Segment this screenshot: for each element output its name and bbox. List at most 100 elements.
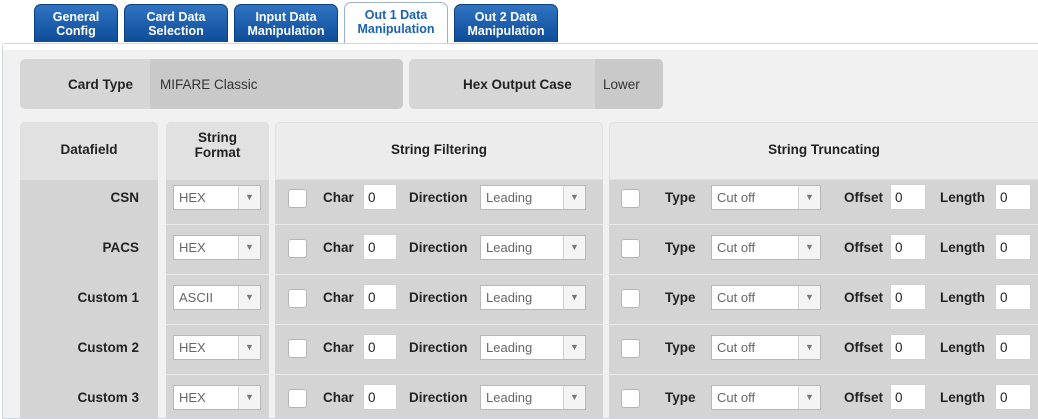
type-select[interactable]: Cut off ▼ [711, 285, 821, 310]
header-string-truncating-label: String Truncating [768, 142, 880, 157]
header-datafield-label: Datafield [60, 142, 118, 157]
header-string-filtering: String Filtering [275, 122, 603, 180]
chevron-down-icon: ▼ [563, 386, 585, 409]
direction-select[interactable]: Leading ▼ [480, 235, 586, 260]
tab-label: Selection [148, 24, 204, 38]
chevron-down-icon: ▼ [798, 236, 820, 259]
offset-input[interactable]: 0 [890, 234, 926, 260]
offset-label: Offset [844, 340, 884, 355]
offset-input[interactable]: 0 [890, 334, 926, 360]
char-label: Char [323, 390, 354, 405]
direction-select[interactable]: Leading ▼ [480, 285, 586, 310]
direction-value: Leading [486, 390, 533, 405]
type-value: Cut off [717, 240, 756, 255]
length-label: Length [940, 240, 985, 255]
string-format-value: ASCII [179, 290, 213, 305]
filtering-enable-checkbox[interactable] [288, 239, 307, 258]
tab-general-config[interactable]: General Config [34, 4, 118, 42]
string-format-select[interactable]: HEX ▼ [173, 235, 261, 260]
filtering-enable-checkbox[interactable] [288, 389, 307, 408]
direction-value: Leading [486, 190, 533, 205]
char-label: Char [323, 190, 354, 205]
offset-input[interactable]: 0 [890, 384, 926, 410]
char-input[interactable]: 0 [363, 284, 397, 310]
filtering-enable-checkbox[interactable] [288, 189, 307, 208]
tab-out2-data-manipulation[interactable]: Out 2 Data Manipulation [454, 4, 558, 42]
chevron-down-icon: ▼ [563, 286, 585, 309]
filtering-enable-checkbox[interactable] [288, 339, 307, 358]
direction-label: Direction [409, 290, 468, 305]
chevron-down-icon: ▼ [798, 336, 820, 359]
char-input[interactable]: 0 [363, 184, 397, 210]
type-value: Cut off [717, 390, 756, 405]
direction-label: Direction [409, 390, 468, 405]
direction-label: Direction [409, 240, 468, 255]
offset-label: Offset [844, 190, 884, 205]
type-select[interactable]: Cut off ▼ [711, 385, 821, 410]
type-select[interactable]: Cut off ▼ [711, 235, 821, 260]
type-value: Cut off [717, 290, 756, 305]
direction-select[interactable]: Leading ▼ [480, 335, 586, 360]
offset-label: Offset [844, 390, 884, 405]
tab-label: Manipulation [467, 24, 545, 38]
tab-label: Config [56, 24, 96, 38]
length-label: Length [940, 390, 985, 405]
length-input[interactable]: 0 [995, 234, 1031, 260]
char-input[interactable]: 0 [363, 234, 397, 260]
type-select[interactable]: Cut off ▼ [711, 185, 821, 210]
tab-out1-data-manipulation[interactable]: Out 1 Data Manipulation [344, 2, 448, 43]
type-select[interactable]: Cut off ▼ [711, 335, 821, 360]
string-format-value: HEX [179, 340, 206, 355]
type-value: Cut off [717, 190, 756, 205]
string-format-select[interactable]: HEX ▼ [173, 385, 261, 410]
hex-output-case-value: Lower [603, 77, 640, 92]
row-divider [166, 224, 1038, 225]
offset-input[interactable]: 0 [890, 184, 926, 210]
chevron-down-icon: ▼ [563, 336, 585, 359]
direction-value: Leading [486, 340, 533, 355]
row-label-pacs: PACS [102, 240, 139, 255]
char-input[interactable]: 0 [363, 384, 397, 410]
length-input[interactable]: 0 [995, 184, 1031, 210]
filtering-enable-checkbox[interactable] [288, 289, 307, 308]
tab-card-data-selection[interactable]: Card Data Selection [124, 4, 228, 42]
header-datafield: Datafield [20, 122, 158, 180]
header-string-format-label-1: String [198, 130, 237, 145]
string-format-select[interactable]: HEX ▼ [173, 185, 261, 210]
chevron-down-icon: ▼ [563, 186, 585, 209]
type-label: Type [665, 190, 696, 205]
tab-input-data-manipulation[interactable]: Input Data Manipulation [234, 4, 338, 42]
header-string-format-label-2: Format [194, 145, 241, 160]
tab-label: General [52, 10, 100, 24]
string-format-value: HEX [179, 240, 206, 255]
truncating-enable-checkbox[interactable] [621, 189, 640, 208]
string-format-value: HEX [179, 190, 206, 205]
chevron-down-icon: ▼ [238, 336, 260, 359]
direction-label: Direction [409, 190, 468, 205]
length-input[interactable]: 0 [995, 284, 1031, 310]
type-label: Type [665, 390, 696, 405]
truncating-enable-checkbox[interactable] [621, 339, 640, 358]
row-divider [166, 274, 1038, 275]
char-label: Char [323, 290, 354, 305]
chevron-down-icon: ▼ [563, 236, 585, 259]
length-input[interactable]: 0 [995, 384, 1031, 410]
tab-label: Out 1 Data [364, 8, 428, 22]
header-string-filtering-label: String Filtering [391, 142, 487, 157]
direction-select[interactable]: Leading ▼ [480, 385, 586, 410]
offset-input[interactable]: 0 [890, 284, 926, 310]
row-divider [166, 324, 1038, 325]
type-label: Type [665, 290, 696, 305]
char-input[interactable]: 0 [363, 334, 397, 360]
out1-manipulation-panel: Card Type MIFARE Classic Hex Output Case… [2, 43, 1038, 419]
chevron-down-icon: ▼ [238, 286, 260, 309]
truncating-enable-checkbox[interactable] [621, 239, 640, 258]
truncating-enable-checkbox[interactable] [621, 389, 640, 408]
tab-bar: General Config Card Data Selection Input… [0, 0, 1038, 44]
string-format-select[interactable]: ASCII ▼ [173, 285, 261, 310]
truncating-enable-checkbox[interactable] [621, 289, 640, 308]
tab-label: Out 2 Data [474, 10, 538, 24]
direction-select[interactable]: Leading ▼ [480, 185, 586, 210]
length-input[interactable]: 0 [995, 334, 1031, 360]
string-format-select[interactable]: HEX ▼ [173, 335, 261, 360]
